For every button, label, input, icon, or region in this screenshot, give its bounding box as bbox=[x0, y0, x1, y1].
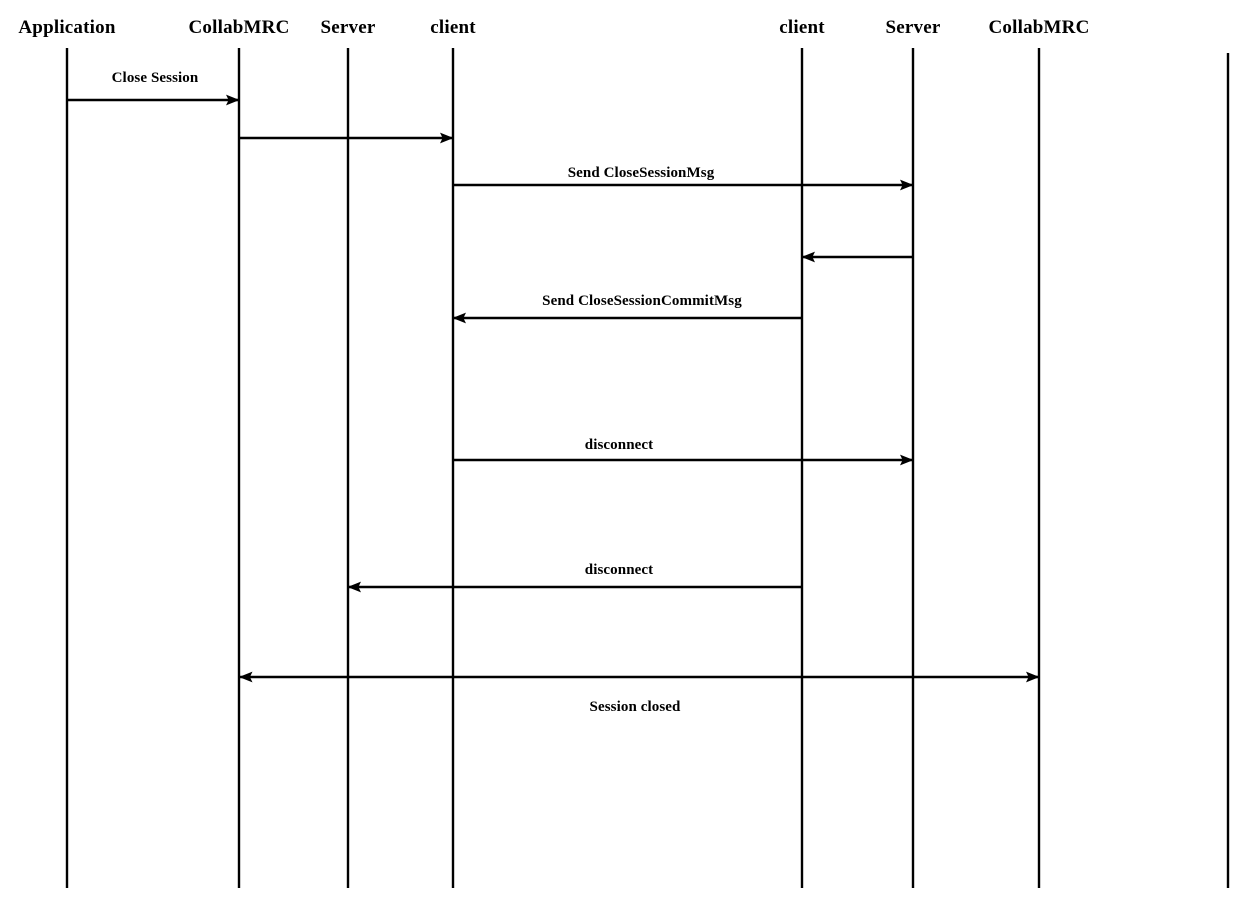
message-line-group bbox=[67, 94, 1040, 683]
lifeline-label-server-right: Server bbox=[886, 17, 941, 38]
message-label-group: Close Session Send CloseSessionMsg Send Cl… bbox=[112, 70, 743, 715]
message-label-m8: Session closed bbox=[590, 699, 682, 715]
message-label-m1: Close Session bbox=[112, 70, 199, 86]
message-label-m5: Send CloseSessionCommitMsg bbox=[542, 293, 742, 309]
lifeline-label-app-left: Application bbox=[18, 17, 115, 38]
sequence-diagram-canvas: Application CollabMRC Server client client Se… bbox=[0, 0, 1240, 900]
lifeline-label-collabmrc-right: CollabMRC bbox=[988, 17, 1089, 38]
lifeline-label-server-left: Server bbox=[321, 17, 376, 38]
lifeline-label-group: Application CollabMRC Server client client Se… bbox=[18, 17, 1089, 38]
message-label-m7: disconnect bbox=[585, 562, 654, 578]
sequence-diagram-svg: Application CollabMRC Server client client Se… bbox=[18, 17, 1230, 888]
message-label-m6: disconnect bbox=[585, 437, 654, 453]
lifeline-label-client-left: client bbox=[430, 17, 476, 38]
lifeline-label-collabmrc-left: CollabMRC bbox=[188, 17, 289, 38]
message-label-m3: Send CloseSessionMsg bbox=[568, 165, 715, 181]
lifeline-label-client-right: client bbox=[779, 17, 825, 38]
